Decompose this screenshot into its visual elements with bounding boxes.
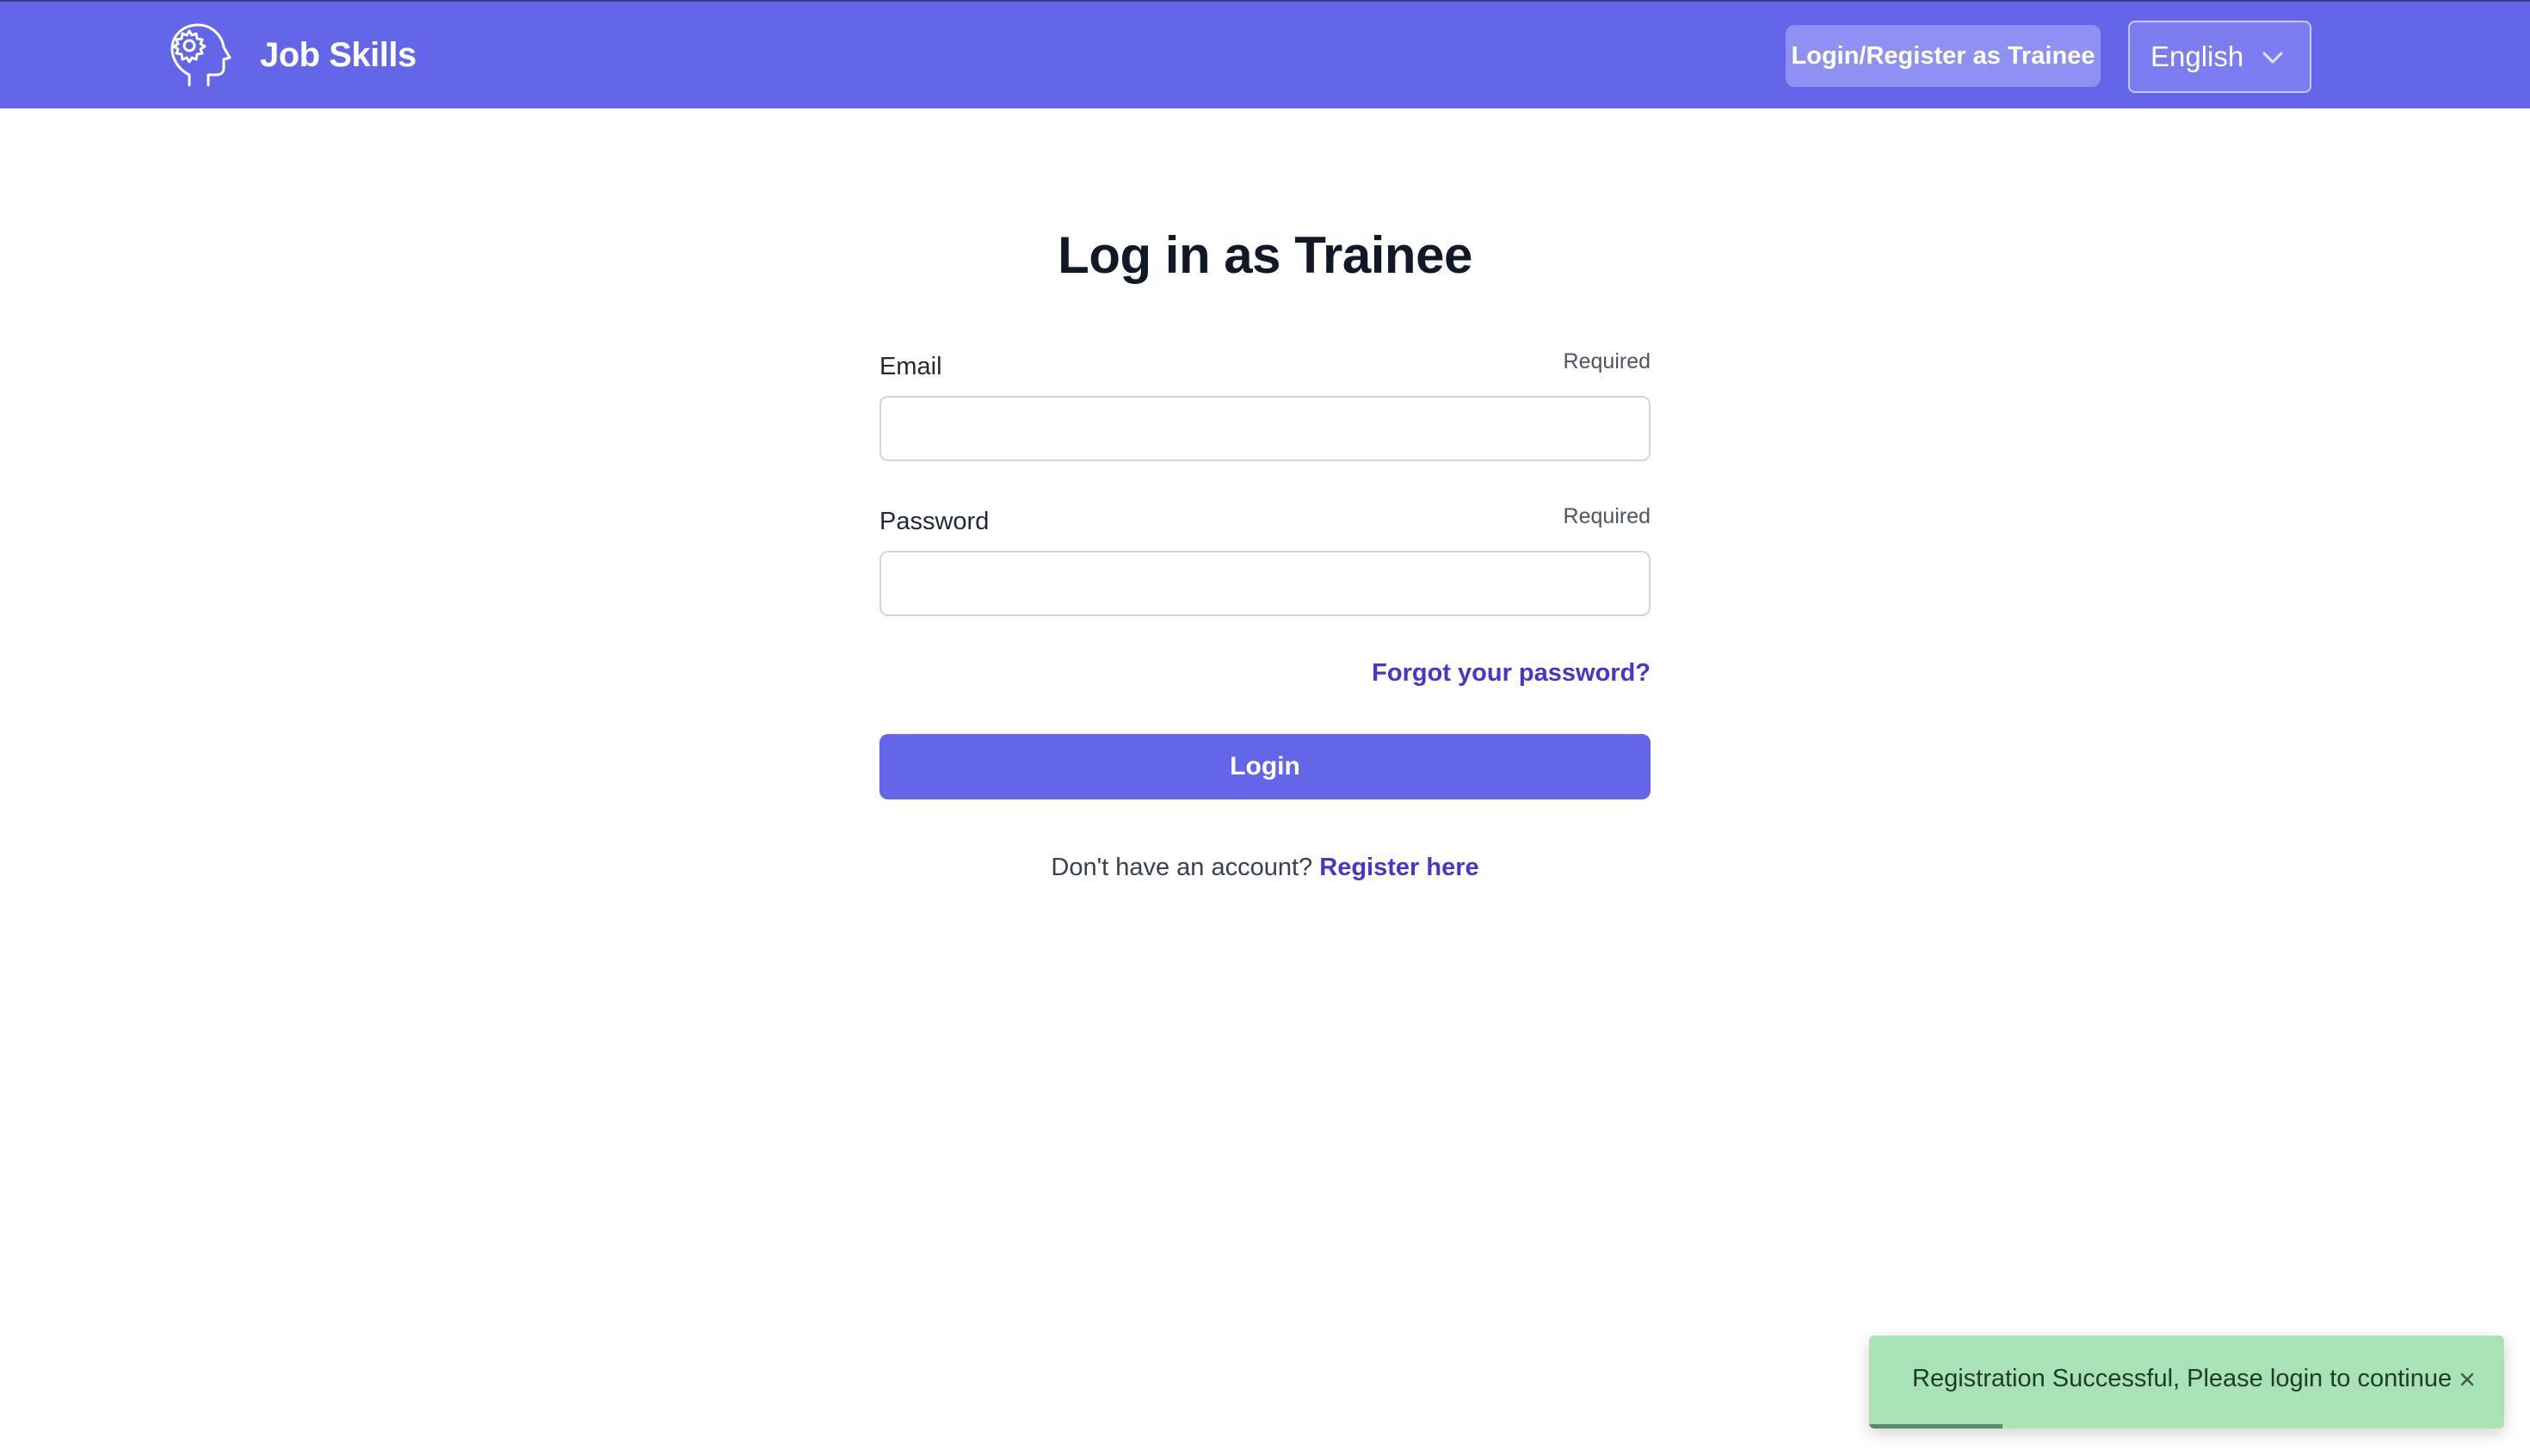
- success-toast[interactable]: Registration Successful, Please login to…: [1869, 1336, 2504, 1428]
- register-prompt-row: Don't have an account? Register here: [879, 854, 1651, 882]
- email-field[interactable]: [879, 396, 1651, 461]
- email-label: Email: [879, 353, 942, 380]
- language-selected-value: English: [2150, 40, 2244, 72]
- register-link[interactable]: Register here: [1319, 854, 1478, 881]
- toast-message: Registration Successful, Please login to…: [1912, 1365, 2453, 1392]
- close-icon[interactable]: [2456, 1368, 2478, 1391]
- head-gear-icon: [170, 23, 231, 87]
- email-field-group: Email Required: [879, 344, 1651, 461]
- register-prompt-text: Don't have an account?: [1051, 854, 1313, 881]
- forgot-password-link[interactable]: Forgot your password?: [1372, 659, 1651, 688]
- page-title: Log in as Trainee: [1058, 226, 1472, 284]
- password-label: Password: [879, 508, 990, 535]
- password-field-group: Password Required: [879, 499, 1651, 616]
- toast-progress-bar: [1869, 1424, 2002, 1428]
- chevron-down-icon: [2262, 52, 2283, 64]
- login-button[interactable]: Login: [879, 734, 1651, 799]
- login-register-trainee-button[interactable]: Login/Register as Trainee: [1786, 25, 2101, 87]
- brand-home-link[interactable]: Job Skills: [164, 21, 417, 89]
- language-select[interactable]: English: [2128, 21, 2311, 93]
- top-navigation-bar: Job Skills Login/Register as Trainee Eng…: [0, 0, 2530, 108]
- email-required-hint: Required: [1563, 349, 1651, 373]
- password-required-hint: Required: [1563, 504, 1651, 528]
- brand-name: Job Skills: [260, 35, 417, 74]
- password-field[interactable]: [879, 551, 1651, 616]
